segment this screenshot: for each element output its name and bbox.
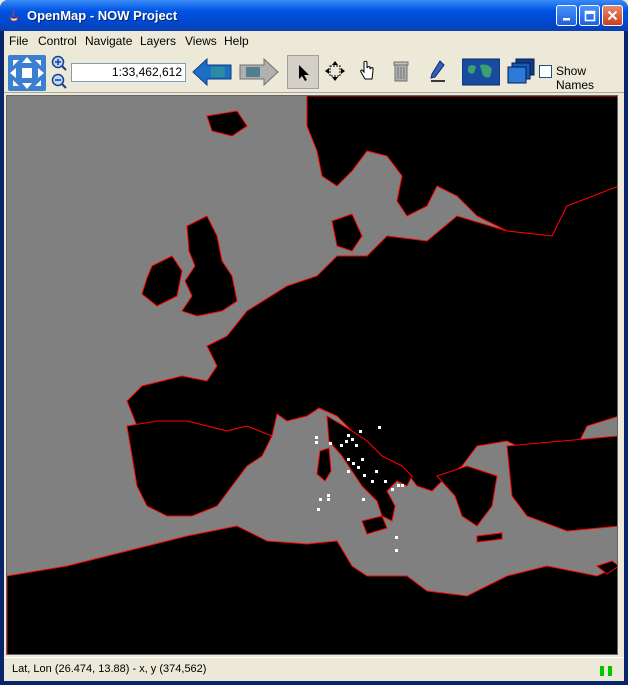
menu-bar: File Control Navigate Layers Views Help	[4, 31, 624, 51]
trash-icon[interactable]	[392, 59, 410, 83]
title-bar[interactable]: OpenMap - NOW Project	[0, 0, 628, 31]
iberia	[126, 420, 273, 517]
status-bar: Lat, Lon (26.474, 13.88) - x, y (374,562…	[4, 657, 624, 681]
zoom-in-icon[interactable]	[50, 55, 68, 71]
maximize-icon	[584, 10, 595, 21]
minimize-button[interactable]	[556, 5, 577, 26]
menu-layers[interactable]: Layers	[140, 34, 176, 48]
client-area: File Control Navigate Layers Views Help	[4, 31, 624, 681]
ireland	[141, 255, 183, 307]
draw-pen-icon[interactable]	[428, 59, 448, 83]
layers-icon[interactable]	[506, 57, 536, 87]
great-britain	[181, 215, 238, 317]
pointer-arrow-icon	[299, 65, 309, 81]
menu-views[interactable]: Views	[185, 34, 217, 48]
hand-tool-icon[interactable]	[357, 59, 377, 83]
show-names-label: Show Names	[556, 64, 595, 92]
menu-navigate[interactable]: Navigate	[85, 34, 132, 48]
java-cup-icon	[9, 9, 19, 22]
window-title: OpenMap - NOW Project	[27, 8, 178, 23]
north-africa	[7, 525, 617, 654]
status-indicator-right	[608, 666, 612, 676]
status-indicator-left	[600, 666, 604, 676]
coordinates-readout: Lat, Lon (26.474, 13.88) - x, y (374,562…	[12, 663, 207, 675]
close-button[interactable]	[602, 5, 623, 26]
scale-input[interactable]: 1:33,462,612	[71, 63, 186, 82]
zoom-out-icon[interactable]	[50, 73, 68, 89]
menu-control[interactable]: Control	[38, 34, 77, 48]
menu-help[interactable]: Help	[224, 34, 249, 48]
toolbar: 1:33,462,612 Show Names	[4, 51, 624, 93]
select-tool-button[interactable]	[287, 55, 319, 89]
pan-tool-icon[interactable]	[324, 60, 346, 82]
maximize-button[interactable]	[579, 5, 600, 26]
pan-arrows-icon[interactable]	[8, 55, 46, 91]
forward-arrow-icon[interactable]	[238, 57, 280, 87]
map-view[interactable]	[6, 95, 618, 655]
back-arrow-icon[interactable]	[191, 57, 233, 87]
show-names-checkbox[interactable]	[539, 65, 552, 78]
minimize-icon	[562, 17, 570, 20]
close-icon	[607, 10, 618, 21]
world-map-icon[interactable]	[462, 57, 500, 87]
app-window: OpenMap - NOW Project File Control Navig…	[0, 0, 628, 685]
map-canvas[interactable]	[7, 96, 618, 655]
menu-file[interactable]: File	[9, 34, 28, 48]
